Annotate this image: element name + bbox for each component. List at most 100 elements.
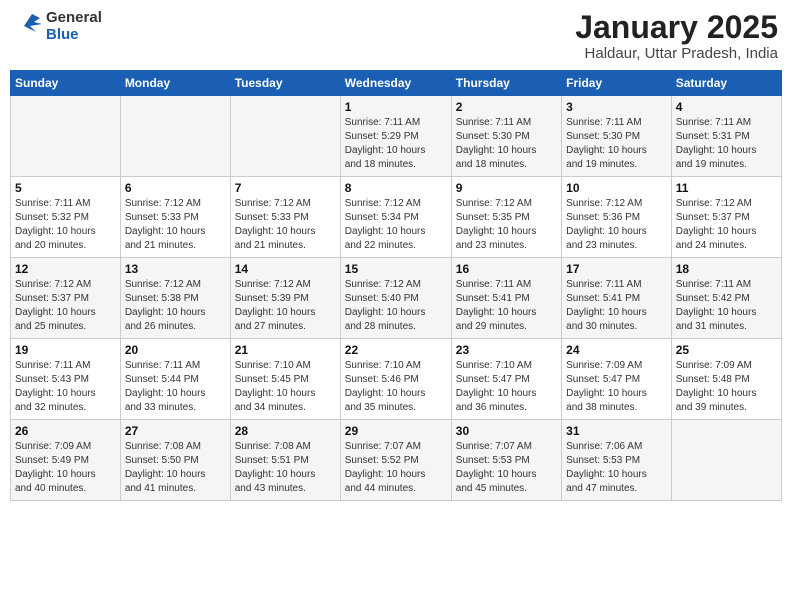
col-wednesday: Wednesday [340,71,451,96]
day-info: Sunrise: 7:11 AMSunset: 5:44 PMDaylight:… [125,359,226,415]
day-number: 2 [456,100,557,114]
table-row: 1 Sunrise: 7:11 AMSunset: 5:29 PMDaylight… [340,96,451,177]
table-row: 20Sunrise: 7:11 AMSunset: 5:44 PMDayligh… [120,339,230,420]
day-info: Sunrise: 7:11 AMSunset: 5:29 PMDaylight:… [345,116,447,172]
day-info: Sunrise: 7:11 AMSunset: 5:43 PMDaylight:… [15,359,116,415]
day-number: 21 [235,343,336,357]
table-row: 12 Sunrise: 7:12 AMSunset: 5:37 PMDayligh… [11,258,121,339]
day-number: 15 [345,262,447,276]
day-number: 23 [456,343,557,357]
table-row: 8Sunrise: 7:12 AMSunset: 5:34 PMDaylight… [340,177,451,258]
day-info: Sunrise: 7:11 AMSunset: 5:41 PMDaylight:… [566,278,667,334]
day-number: 1 [345,100,447,114]
table-row: 18 Sunrise: 7:11 AMSunset: 5:42 PMDayligh… [671,258,781,339]
table-row: 16 Sunrise: 7:11 AMSunset: 5:41 PMDayligh… [451,258,561,339]
col-thursday: Thursday [451,71,561,96]
day-info: Sunrise: 7:10 AMSunset: 5:47 PMDaylight:… [456,359,557,415]
day-info: Sunrise: 7:10 AMSunset: 5:45 PMDaylight:… [235,359,336,415]
day-info: Sunrise: 7:08 AMSunset: 5:50 PMDaylight:… [125,440,226,496]
calendar-week-row: 19 Sunrise: 7:11 AMSunset: 5:43 PMDayligh… [11,339,782,420]
day-info: Sunrise: 7:12 AMSunset: 5:36 PMDaylight:… [566,197,667,253]
day-info: Sunrise: 7:12 AMSunset: 5:38 PMDaylight:… [125,278,226,334]
day-info: Sunrise: 7:12 AMSunset: 5:33 PMDaylight:… [125,197,226,253]
day-info: Sunrise: 7:12 AMSunset: 5:35 PMDaylight:… [456,197,557,253]
day-info: Sunrise: 7:11 AMSunset: 5:41 PMDaylight:… [456,278,557,334]
day-info: Sunrise: 7:11 AMSunset: 5:30 PMDaylight:… [456,116,557,172]
table-row [120,96,230,177]
day-info: Sunrise: 7:09 AMSunset: 5:48 PMDaylight:… [676,359,777,415]
day-number: 14 [235,262,336,276]
table-row [230,96,340,177]
day-number: 3 [566,100,667,114]
calendar-week-row: 1 Sunrise: 7:11 AMSunset: 5:29 PMDaylight… [11,96,782,177]
day-info: Sunrise: 7:12 AMSunset: 5:37 PMDaylight:… [676,197,777,253]
day-number: 9 [456,181,557,195]
day-number: 12 [15,262,116,276]
day-number: 31 [566,424,667,438]
logo: General Blue [14,10,102,43]
day-info: Sunrise: 7:12 AMSunset: 5:34 PMDaylight:… [345,197,447,253]
table-row: 15 Sunrise: 7:12 AMSunset: 5:40 PMDayligh… [340,258,451,339]
day-number: 19 [15,343,116,357]
calendar-table: Sunday Monday Tuesday Wednesday Thursday… [10,70,782,501]
day-number: 4 [676,100,777,114]
col-sunday: Sunday [11,71,121,96]
col-monday: Monday [120,71,230,96]
day-info: Sunrise: 7:12 AMSunset: 5:37 PMDaylight:… [15,278,116,334]
table-row: 14 Sunrise: 7:12 AMSunset: 5:39 PMDayligh… [230,258,340,339]
col-saturday: Saturday [671,71,781,96]
table-row: 6 Sunrise: 7:12 AMSunset: 5:33 PMDaylight… [120,177,230,258]
table-row [11,96,121,177]
day-info: Sunrise: 7:11 AMSunset: 5:31 PMDaylight:… [676,116,777,172]
day-info: Sunrise: 7:12 AMSunset: 5:40 PMDaylight:… [345,278,447,334]
calendar-header-row: Sunday Monday Tuesday Wednesday Thursday… [11,71,782,96]
table-row: 24Sunrise: 7:09 AMSunset: 5:47 PMDayligh… [562,339,672,420]
day-number: 18 [676,262,777,276]
day-info: Sunrise: 7:11 AMSunset: 5:30 PMDaylight:… [566,116,667,172]
col-friday: Friday [562,71,672,96]
day-number: 6 [125,181,226,195]
table-row: 30Sunrise: 7:07 AMSunset: 5:53 PMDayligh… [451,420,561,501]
day-info: Sunrise: 7:12 AMSunset: 5:33 PMDaylight:… [235,197,336,253]
table-row: 26 Sunrise: 7:09 AMSunset: 5:49 PMDayligh… [11,420,121,501]
table-row: 7Sunrise: 7:12 AMSunset: 5:33 PMDaylight… [230,177,340,258]
col-tuesday: Tuesday [230,71,340,96]
table-row: 5 Sunrise: 7:11 AMSunset: 5:32 PMDaylight… [11,177,121,258]
calendar-title: January 2025 [575,10,778,45]
day-number: 27 [125,424,226,438]
table-row: 17 Sunrise: 7:11 AMSunset: 5:41 PMDayligh… [562,258,672,339]
table-row: 21 Sunrise: 7:10 AMSunset: 5:45 PMDayligh… [230,339,340,420]
day-number: 11 [676,181,777,195]
table-row: 19 Sunrise: 7:11 AMSunset: 5:43 PMDayligh… [11,339,121,420]
table-row: 2 Sunrise: 7:11 AMSunset: 5:30 PMDaylight… [451,96,561,177]
table-row: 22Sunrise: 7:10 AMSunset: 5:46 PMDayligh… [340,339,451,420]
table-row [671,420,781,501]
day-number: 29 [345,424,447,438]
table-row: 10 Sunrise: 7:12 AMSunset: 5:36 PMDayligh… [562,177,672,258]
table-row: 28Sunrise: 7:08 AMSunset: 5:51 PMDayligh… [230,420,340,501]
calendar-subtitle: Haldaur, Uttar Pradesh, India [575,45,778,62]
table-row: 13 Sunrise: 7:12 AMSunset: 5:38 PMDayligh… [120,258,230,339]
day-info: Sunrise: 7:06 AMSunset: 5:53 PMDaylight:… [566,440,667,496]
table-row: 3 Sunrise: 7:11 AMSunset: 5:30 PMDaylight… [562,96,672,177]
day-info: Sunrise: 7:11 AMSunset: 5:32 PMDaylight:… [15,197,116,253]
day-number: 16 [456,262,557,276]
day-info: Sunrise: 7:12 AMSunset: 5:39 PMDaylight:… [235,278,336,334]
table-row: 31 Sunrise: 7:06 AMSunset: 5:53 PMDayligh… [562,420,672,501]
day-number: 5 [15,181,116,195]
table-row: 29 Sunrise: 7:07 AMSunset: 5:52 PMDayligh… [340,420,451,501]
day-number: 17 [566,262,667,276]
day-info: Sunrise: 7:09 AMSunset: 5:49 PMDaylight:… [15,440,116,496]
day-info: Sunrise: 7:10 AMSunset: 5:46 PMDaylight:… [345,359,447,415]
day-number: 26 [15,424,116,438]
day-info: Sunrise: 7:07 AMSunset: 5:52 PMDaylight:… [345,440,447,496]
day-number: 10 [566,181,667,195]
day-number: 24 [566,343,667,357]
calendar-week-row: 5 Sunrise: 7:11 AMSunset: 5:32 PMDaylight… [11,177,782,258]
title-block: January 2025 Haldaur, Uttar Pradesh, Ind… [575,10,778,62]
day-info: Sunrise: 7:11 AMSunset: 5:42 PMDaylight:… [676,278,777,334]
calendar-week-row: 12 Sunrise: 7:12 AMSunset: 5:37 PMDayligh… [11,258,782,339]
table-row: 23 Sunrise: 7:10 AMSunset: 5:47 PMDayligh… [451,339,561,420]
day-number: 13 [125,262,226,276]
table-row: 4 Sunrise: 7:11 AMSunset: 5:31 PMDaylight… [671,96,781,177]
